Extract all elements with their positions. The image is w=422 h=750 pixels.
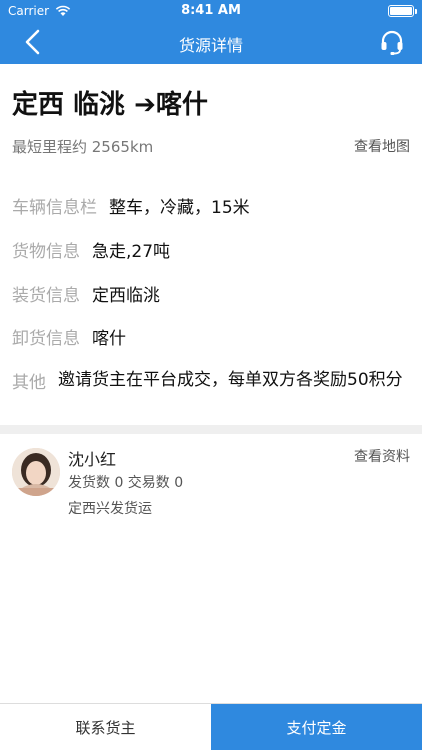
navigation-header: Carrier 8:41 AM 货源详情 — [0, 0, 422, 64]
status-bar: Carrier 8:41 AM — [0, 0, 422, 22]
info-label: 其他 — [12, 373, 46, 393]
info-label: 装货信息 — [12, 286, 80, 306]
info-value: 急走,27吨 — [92, 242, 171, 262]
info-value: 邀请货主在平台成交，每单双方各奖励50积分 — [58, 370, 403, 390]
info-value: 喀什 — [92, 329, 126, 349]
info-label: 卸货信息 — [12, 329, 80, 349]
info-row-cargo: 货物信息 急走,27吨 — [12, 237, 170, 262]
info-row-other: 其他 邀请货主在平台成交，每单双方各奖励50积分 — [12, 368, 408, 393]
status-time: 8:41 AM — [181, 3, 241, 18]
pay-deposit-button[interactable]: 支付定金 — [211, 704, 422, 750]
info-value: 定西临洮 — [92, 286, 160, 306]
info-label: 货物信息 — [12, 242, 80, 262]
shipper-stats: 发货数 0 交易数 0 — [68, 475, 184, 491]
shipper-name: 沈小红 — [68, 450, 117, 469]
avatar[interactable] — [12, 448, 60, 496]
shipper-company: 定西兴发货运 — [68, 501, 152, 517]
page-title: 货源详情 — [178, 36, 243, 55]
info-row-loading: 装货信息 定西临洮 — [12, 281, 160, 306]
info-value: 整车，冷藏，15米 — [109, 198, 250, 218]
route-title: 定西 临洮 ➔喀什 — [12, 90, 208, 120]
info-row-vehicle: 车辆信息栏 整车，冷藏，15米 — [12, 193, 250, 218]
info-label: 车辆信息栏 — [12, 198, 97, 218]
distance-label: 最短里程约 2565km — [12, 138, 154, 156]
view-map-link[interactable]: 查看地图 — [354, 136, 410, 156]
headset-icon[interactable] — [378, 28, 406, 56]
section-divider — [0, 425, 422, 434]
battery-icon — [388, 5, 417, 17]
bottom-action-bar: 联系货主 支付定金 — [0, 703, 422, 750]
info-row-unloading: 卸货信息 喀什 — [12, 324, 126, 349]
view-profile-link[interactable]: 查看资料 — [354, 446, 410, 466]
avatar-image — [12, 448, 60, 496]
contact-shipper-button[interactable]: 联系货主 — [0, 704, 211, 750]
